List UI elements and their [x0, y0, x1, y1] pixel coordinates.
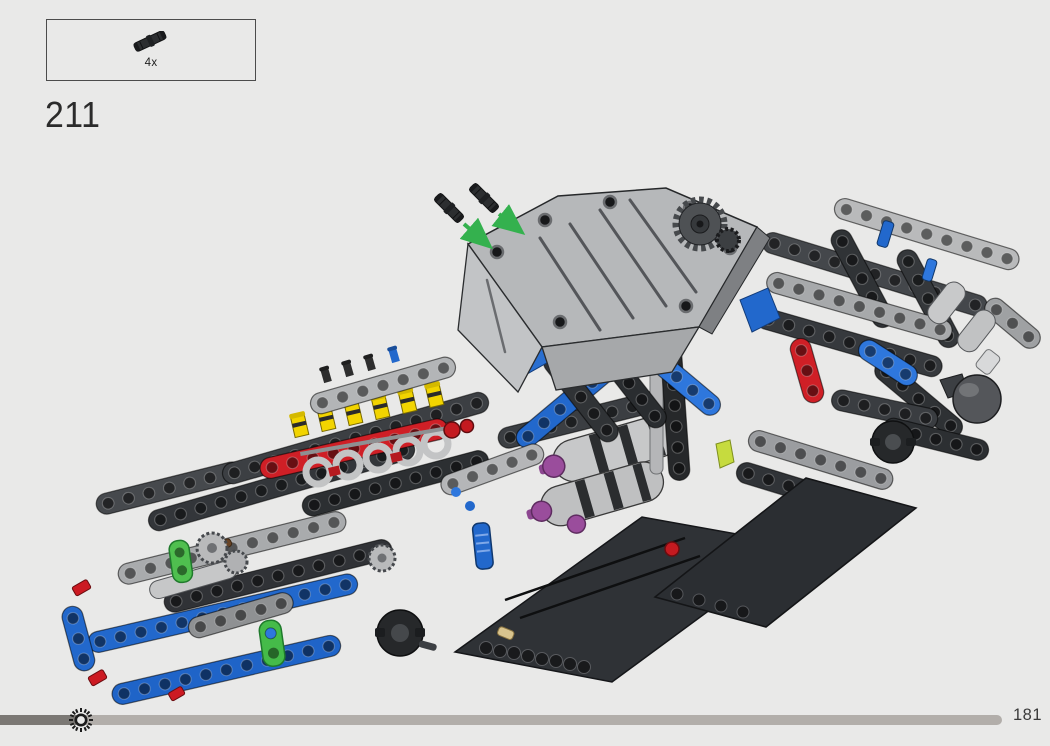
- chassis-rear-section: [754, 196, 1044, 463]
- page-number: 181: [1013, 706, 1042, 725]
- lime-wedge: [716, 440, 734, 468]
- progress-bar-remaining[interactable]: [76, 715, 1002, 725]
- new-pin-2: [467, 181, 500, 214]
- blue-shock-absorber: [472, 522, 494, 570]
- instruction-page: 4x 211 .bb{stroke:rgba(0,0,0,.55);stroke…: [0, 0, 1050, 746]
- front-wheel-hub: [375, 610, 437, 656]
- red-round-tile: [665, 542, 679, 556]
- sun-icon[interactable]: [68, 707, 94, 733]
- progress-bar-completed[interactable]: [0, 715, 76, 725]
- model-illustration: .bb{stroke:rgba(0,0,0,.55);stroke-width:…: [0, 0, 1050, 746]
- floor-panels: [455, 478, 916, 682]
- tow-ball: [953, 375, 1001, 423]
- new-pin-1: [432, 191, 465, 224]
